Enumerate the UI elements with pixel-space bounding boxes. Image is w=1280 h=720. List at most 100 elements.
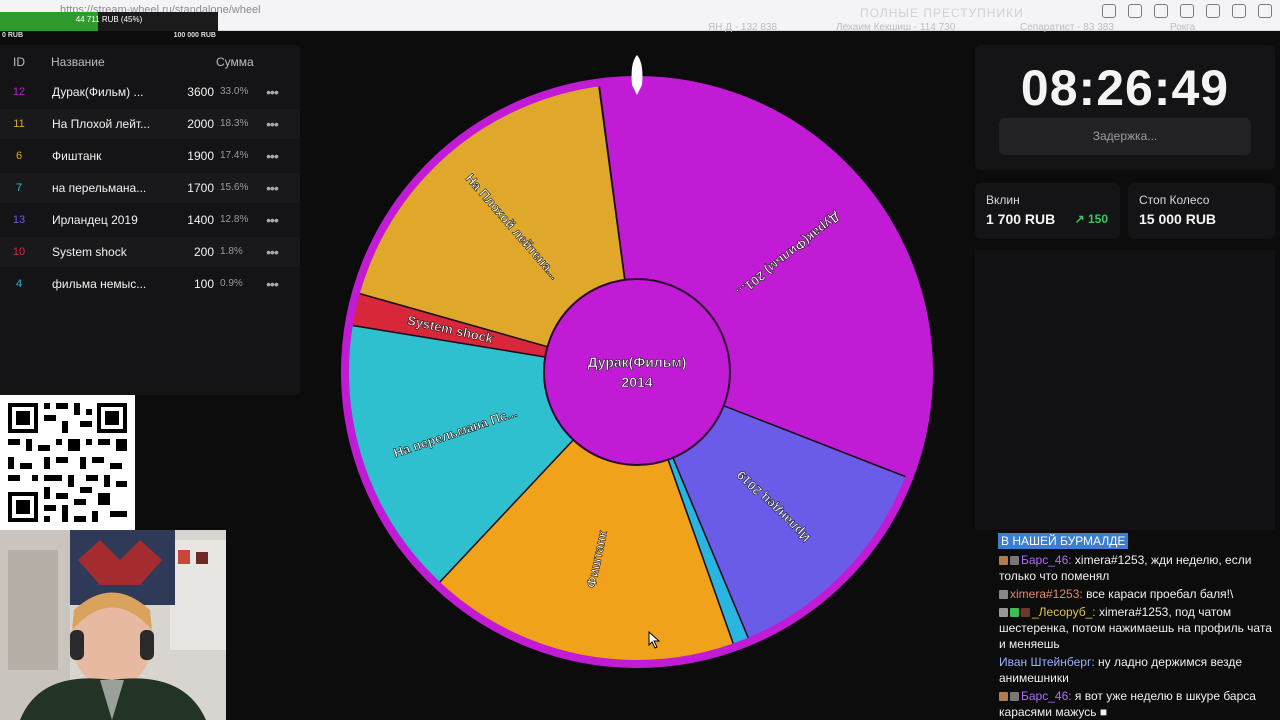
translate-icon[interactable] bbox=[1128, 4, 1142, 18]
wheel-svg[interactable]: Дурак(Фильм) 201...Ирландец 2019ФиштанкН… bbox=[300, 45, 970, 695]
timer-display: 08:26:49 bbox=[1020, 60, 1230, 116]
top-donator-3: Сепаратист - 83 383 bbox=[1020, 22, 1114, 33]
col-sum-header: Сумма bbox=[216, 55, 254, 69]
row-name: System shock bbox=[52, 245, 127, 259]
goal-min: 0 RUB bbox=[2, 32, 24, 39]
goal-progress-bar: 44 711 RUB (45%) bbox=[0, 12, 218, 31]
more-icon[interactable]: ••• bbox=[262, 141, 282, 171]
wedge-in-label: Вклин bbox=[986, 193, 1020, 207]
row-percent: 17.4% bbox=[220, 150, 249, 161]
badge-icon bbox=[1021, 608, 1030, 617]
more-icon[interactable]: ••• bbox=[262, 173, 282, 203]
row-sum: 1900 bbox=[187, 149, 214, 163]
more-icon[interactable]: ••• bbox=[262, 269, 282, 299]
chat-username: Барс_46: bbox=[1021, 689, 1072, 703]
row-id: 7 bbox=[15, 182, 23, 194]
badge-icon bbox=[999, 590, 1008, 599]
delay-button[interactable]: Задержка... bbox=[999, 118, 1251, 155]
badge-icon bbox=[1010, 608, 1019, 617]
goal-range: 0 RUB 100 000 RUB bbox=[0, 32, 218, 42]
row-percent: 0.9% bbox=[220, 278, 243, 289]
wedge-in-badge-value: 150 bbox=[1087, 212, 1108, 226]
mouse-cursor-icon bbox=[648, 631, 661, 649]
qr-code-icon bbox=[0, 395, 135, 530]
chat-overlay: В НАШЕЙ БУРМАЛДЕ Барс_46: ximera#1253, ж… bbox=[995, 530, 1280, 720]
chat-message: ximera#1253: все караси проебал баля!\ bbox=[999, 586, 1277, 602]
table-row[interactable]: 12 Дурак(Фильм) ... 3600 33.0% ••• bbox=[0, 77, 300, 107]
wedge-in-value: 1 700 RUB bbox=[986, 211, 1056, 227]
row-percent: 18.3% bbox=[220, 118, 249, 129]
wheel-center-title: Дурак(Фильм) bbox=[588, 354, 687, 370]
top-donators-row: ЯН Д - 132 838 Лехаим Кекшиш - 114 730 С… bbox=[300, 20, 1240, 36]
page-title-ghost: ПОЛНЫЕ ПРЕСТУПНИКИ bbox=[860, 6, 1024, 20]
stop-wheel-label: Стоп Колесо bbox=[1139, 193, 1210, 207]
badge-icon bbox=[999, 692, 1008, 701]
chat-username: _Лесоруб_: bbox=[1032, 605, 1096, 619]
webcam-feed bbox=[0, 530, 226, 720]
goal-progress-label: 44 711 RUB (45%) bbox=[75, 15, 143, 24]
lots-table: ID Название Сумма 12 Дурак(Фильм) ... 36… bbox=[0, 45, 300, 395]
chat-username: Иван Штейнберг: bbox=[999, 655, 1095, 669]
table-row[interactable]: 13 Ирландец 2019 1400 12.8% ••• bbox=[0, 205, 300, 235]
settings-icon[interactable] bbox=[1206, 4, 1220, 18]
row-sum: 3600 bbox=[187, 85, 214, 99]
chat-text: все караси проебал баля!\ bbox=[1086, 587, 1234, 601]
row-percent: 33.0% bbox=[220, 86, 249, 97]
stop-wheel-value: 15 000 RUB bbox=[1139, 211, 1217, 227]
more-icon[interactable]: ••• bbox=[262, 205, 282, 235]
top-donator-1: ЯН Д - 132 838 bbox=[708, 22, 778, 33]
badge-icon bbox=[1010, 556, 1019, 565]
badge-icon bbox=[999, 608, 1008, 617]
chat-message: Барс_46: ximera#1253, жди неделю, если т… bbox=[999, 552, 1277, 584]
badge-icon bbox=[999, 556, 1008, 565]
row-name: фильма немыс... bbox=[52, 277, 147, 291]
table-row[interactable]: 11 На Плохой лейт... 2000 18.3% ••• bbox=[0, 109, 300, 139]
table-row[interactable]: 7 на перельмана... 1700 15.6% ••• bbox=[0, 173, 300, 203]
trend-up-icon: ↗ bbox=[1074, 212, 1085, 226]
more-icon[interactable]: ••• bbox=[262, 237, 282, 267]
row-name: Дурак(Фильм) ... bbox=[52, 85, 144, 99]
row-id: 13 bbox=[12, 214, 26, 226]
chat-title: В НАШЕЙ БУРМАЛДЕ bbox=[998, 533, 1129, 549]
row-percent: 12.8% bbox=[220, 214, 249, 225]
chat-message: _Лесоруб_: ximera#1253, под чатом шестер… bbox=[999, 604, 1277, 652]
table-row[interactable]: 10 System shock 200 1.8% ••• bbox=[0, 237, 300, 267]
refresh-icon[interactable] bbox=[1180, 4, 1194, 18]
col-name-header: Название bbox=[51, 55, 105, 69]
row-id: 12 bbox=[12, 86, 26, 98]
top-donator-2: Лехаим Кекшиш - 114 730 bbox=[836, 22, 956, 33]
table-row[interactable]: 4 фильма немыс... 100 0.9% ••• bbox=[0, 269, 300, 299]
badge-icon bbox=[1010, 692, 1019, 701]
table-row[interactable]: 6 Фиштанк 1900 17.4% ••• bbox=[0, 141, 300, 171]
row-percent: 15.6% bbox=[220, 182, 249, 193]
more-icon[interactable]: ••• bbox=[262, 109, 282, 139]
chat-message: Барс_46: я вот уже неделю в шкуре барса … bbox=[999, 688, 1277, 720]
star-icon[interactable] bbox=[1154, 4, 1168, 18]
browser-icons bbox=[1102, 4, 1272, 18]
col-id-header: ID bbox=[13, 55, 25, 69]
more-icon[interactable]: ••• bbox=[262, 77, 282, 107]
row-name: Фиштанк bbox=[52, 149, 102, 163]
row-name: на перельмана... bbox=[52, 181, 147, 195]
row-percent: 1.8% bbox=[220, 246, 243, 257]
row-sum: 1700 bbox=[187, 181, 214, 195]
row-name: Ирландец 2019 bbox=[52, 213, 138, 227]
chat-message: Иван Штейнберг: ну ладно держимся везде … bbox=[999, 654, 1277, 686]
fortune-wheel[interactable]: Дурак(Фильм) 201... Ирландец 2019 Фиштанк Н… bbox=[300, 45, 970, 695]
row-sum: 2000 bbox=[187, 117, 214, 131]
row-id: 10 bbox=[12, 246, 26, 258]
goal-max: 100 000 RUB bbox=[173, 32, 216, 39]
row-id: 6 bbox=[15, 150, 23, 162]
row-id: 11 bbox=[13, 118, 25, 130]
chat-username: Барс_46: bbox=[1021, 553, 1072, 567]
wedge-in-card: Вклин 1 700 RUB ↗ 150 bbox=[975, 183, 1120, 239]
row-sum: 100 bbox=[193, 277, 214, 291]
stop-wheel-card: Стоп Колесо 15 000 RUB bbox=[1128, 183, 1275, 239]
right-empty-panel bbox=[975, 250, 1275, 530]
qr-code bbox=[0, 395, 135, 530]
favorites-icon[interactable] bbox=[1232, 4, 1246, 18]
extensions-icon[interactable] bbox=[1102, 4, 1116, 18]
top-donator-4: Рокга bbox=[1170, 22, 1196, 33]
row-id: 4 bbox=[15, 278, 23, 290]
more-icon[interactable] bbox=[1258, 4, 1272, 18]
